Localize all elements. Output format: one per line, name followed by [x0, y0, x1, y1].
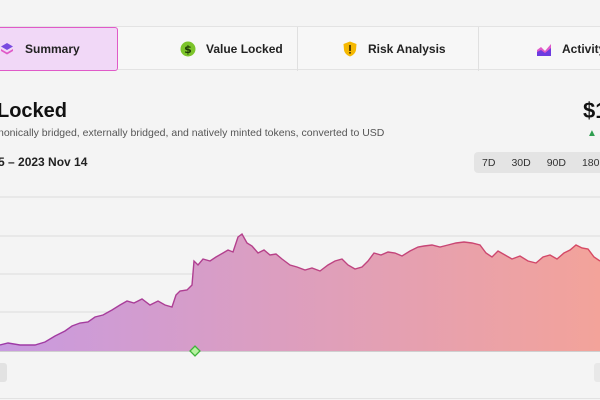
chart-area-fill	[0, 234, 600, 351]
tab-value-locked-label: Value Locked	[206, 42, 283, 56]
range-slider-right-handle[interactable]	[594, 363, 600, 382]
svg-text:$: $	[184, 43, 192, 56]
tab-risk-analysis-label: Risk Analysis	[368, 42, 446, 56]
activity-chart-icon	[536, 41, 552, 57]
divider	[0, 398, 600, 399]
tab-summary-label: Summary	[25, 42, 80, 56]
tab-bar: Summary $ Value Locked Risk Analysis Act…	[0, 26, 600, 71]
tvl-area-chart[interactable]	[0, 195, 600, 360]
dollar-coin-icon: $	[180, 41, 196, 57]
range-selector: 7D 30D 90D 180D	[474, 152, 600, 173]
value-change: ▲ 8	[587, 128, 600, 139]
tab-value-locked[interactable]: $ Value Locked	[118, 27, 298, 71]
chart-baseline	[0, 351, 600, 352]
total-value: $1	[583, 98, 600, 123]
range-button-180d[interactable]: 180D	[574, 152, 600, 173]
range-slider-left-handle[interactable]	[0, 363, 7, 382]
shield-warning-icon	[342, 41, 358, 57]
tab-activity-label: Activity	[562, 42, 600, 56]
tab-summary[interactable]: Summary	[0, 27, 118, 71]
page-title: Locked	[0, 100, 68, 122]
page: Summary $ Value Locked Risk Analysis Act…	[0, 0, 600, 400]
tab-activity[interactable]: Activity	[479, 27, 600, 71]
page-subtitle: nonically bridged, externally bridged, a…	[0, 127, 385, 139]
range-button-7d[interactable]: 7D	[474, 152, 503, 173]
range-button-30d[interactable]: 30D	[503, 152, 538, 173]
date-range: 5 – 2023 Nov 14	[0, 155, 88, 169]
tab-risk-analysis[interactable]: Risk Analysis	[298, 27, 479, 71]
range-button-90d[interactable]: 90D	[539, 152, 574, 173]
layers-icon	[0, 41, 15, 57]
